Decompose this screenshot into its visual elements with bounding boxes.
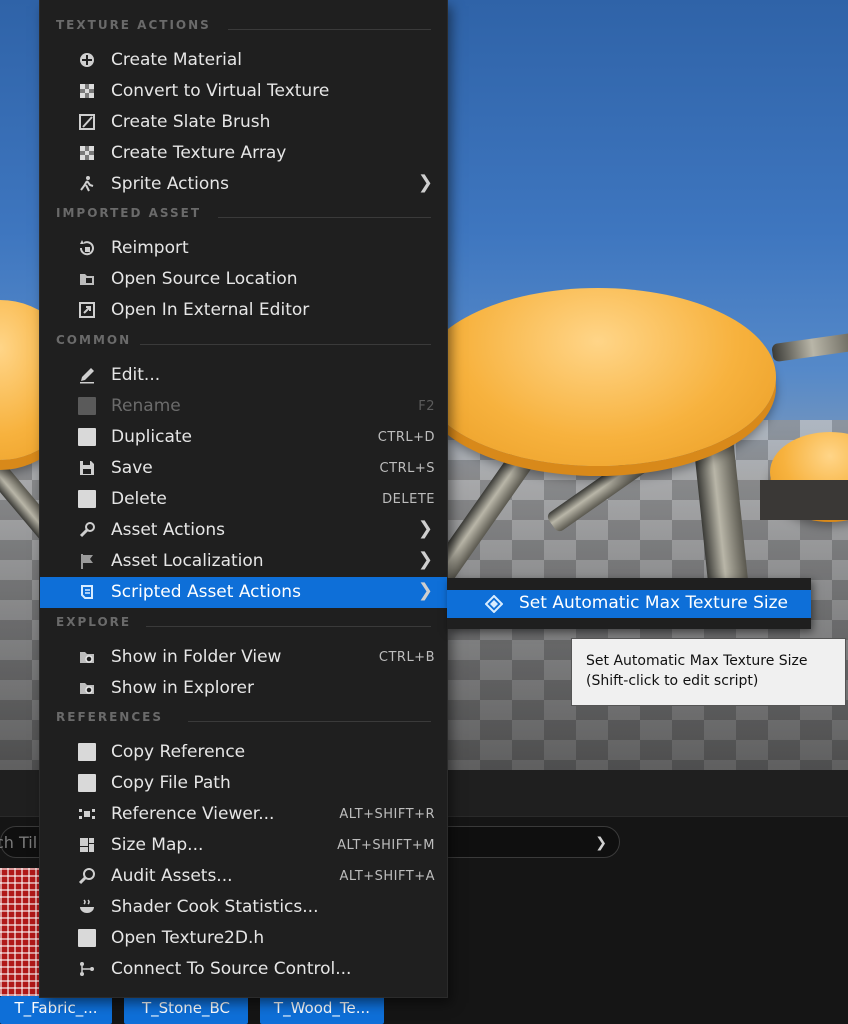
menu-item-set-automatic-max-texture-size[interactable]: Set Automatic Max Texture Size — [447, 590, 811, 618]
menu-item-create-slate-brush[interactable]: Create Slate Brush — [40, 107, 447, 138]
checker-icon — [80, 146, 94, 160]
chair-back — [760, 480, 848, 520]
menu-item-delete[interactable]: Delete DELETE — [40, 484, 447, 515]
section-common: COMMON — [56, 333, 431, 355]
shortcut-label: ALT+SHIFT+A — [339, 869, 435, 884]
section-explore: EXPLORE — [56, 615, 431, 637]
shader-cook-icon — [80, 899, 94, 913]
reimport-icon — [79, 240, 94, 256]
menu-item-convert-virtual-texture[interactable]: Convert to Virtual Texture — [40, 76, 447, 107]
scripted-actions-submenu: Set Automatic Max Texture Size — [447, 578, 811, 629]
external-editor-icon — [79, 302, 95, 318]
section-imported-asset: IMPORTED ASSET — [56, 206, 431, 228]
menu-item-reimport[interactable]: Reimport — [40, 233, 447, 264]
menu-item-create-texture-array[interactable]: Create Texture Array — [40, 138, 447, 169]
menu-item-show-in-folder-view[interactable]: Show in Folder View CTRL+B — [40, 642, 447, 673]
menu-item-asset-localization[interactable]: Asset Localization ❯ — [40, 546, 447, 577]
chevron-right-icon: ❯ — [417, 172, 433, 193]
chevron-right-icon: ❯ — [417, 580, 433, 601]
shortcut-label: DELETE — [382, 492, 435, 507]
tooltip-hint: (Shift-click to edit script) — [586, 673, 759, 689]
menu-item-sprite-actions[interactable]: Sprite Actions ❯ — [40, 169, 447, 200]
shortcut-label: ALT+SHIFT+M — [337, 838, 435, 853]
copy-path-icon — [78, 774, 96, 792]
checker-icon — [80, 84, 94, 98]
menu-item-scripted-asset-actions[interactable]: Scripted Asset Actions ❯ — [40, 577, 447, 608]
menu-item-size-map[interactable]: Size Map... ALT+SHIFT+M — [40, 830, 447, 861]
menu-item-asset-actions[interactable]: Asset Actions ❯ — [40, 515, 447, 546]
menu-item-copy-reference[interactable]: Copy Reference — [40, 737, 447, 768]
chair-arm — [771, 331, 848, 363]
flag-icon — [81, 554, 93, 569]
asset-tile-label[interactable]: T_Wood_Te... — [260, 996, 384, 1024]
audit-icon — [78, 868, 95, 885]
menu-item-reference-viewer[interactable]: Reference Viewer... ALT+SHIFT+R — [40, 799, 447, 830]
context-menu: TEXTURE ACTIONS Create Material Convert … — [40, 0, 447, 997]
chevron-down-icon[interactable]: ❯ — [595, 827, 607, 859]
menu-item-rename[interactable]: Rename F2 — [40, 391, 447, 422]
folder-search-icon — [80, 683, 94, 694]
wrench-icon — [79, 522, 95, 538]
chevron-right-icon: ❯ — [417, 518, 433, 539]
section-texture-actions: TEXTURE ACTIONS — [56, 18, 431, 40]
menu-item-copy-file-path[interactable]: Copy File Path — [40, 768, 447, 799]
asset-tile-label[interactable]: T_Stone_BC — [124, 996, 248, 1024]
slate-brush-icon — [79, 114, 95, 130]
open-header-icon — [78, 929, 96, 947]
copy-reference-icon — [78, 743, 96, 761]
menu-item-save[interactable]: Save CTRL+S — [40, 453, 447, 484]
folder-icon — [80, 274, 94, 285]
menu-item-connect-source-control[interactable]: Connect To Source Control... — [40, 954, 447, 985]
chevron-right-icon: ❯ — [417, 549, 433, 570]
shortcut-label: CTRL+S — [379, 461, 435, 476]
tooltip: Set Automatic Max Texture Size (Shift-cl… — [571, 638, 846, 706]
sprite-icon — [80, 176, 94, 192]
shortcut-label: ALT+SHIFT+R — [339, 807, 435, 822]
save-icon — [80, 461, 94, 475]
menu-item-show-in-explorer[interactable]: Show in Explorer — [40, 673, 447, 704]
menu-item-create-material[interactable]: Create Material — [40, 45, 447, 76]
reference-viewer-icon — [79, 809, 95, 819]
menu-item-duplicate[interactable]: Duplicate CTRL+D — [40, 422, 447, 453]
rename-icon — [78, 397, 96, 415]
folder-search-icon — [80, 652, 94, 663]
material-sphere-icon — [80, 53, 94, 67]
asset-tile-label[interactable]: T_Fabric_... — [0, 996, 112, 1024]
section-references: REFERENCES — [56, 710, 431, 732]
menu-item-edit[interactable]: Edit... — [40, 360, 447, 391]
menu-item-open-texture2d-header[interactable]: Open Texture2D.h — [40, 923, 447, 954]
asset-thumbnail-fabric[interactable] — [0, 868, 40, 996]
delete-icon — [78, 490, 96, 508]
size-map-icon — [80, 838, 94, 852]
shortcut-label: CTRL+D — [377, 430, 435, 445]
shortcut-label: F2 — [418, 399, 435, 414]
script-icon — [81, 585, 93, 599]
menu-item-audit-assets[interactable]: Audit Assets... ALT+SHIFT+A — [40, 861, 447, 892]
edit-pencil-icon — [80, 368, 94, 384]
tooltip-title: Set Automatic Max Texture Size — [586, 653, 808, 669]
menu-item-open-external-editor[interactable]: Open In External Editor — [40, 295, 447, 326]
shortcut-label: CTRL+B — [378, 650, 435, 665]
script-diamond-icon — [485, 595, 503, 613]
table-top — [420, 288, 776, 466]
menu-item-shader-cook-statistics[interactable]: Shader Cook Statistics... — [40, 892, 447, 923]
source-control-icon — [80, 962, 94, 976]
duplicate-icon — [78, 428, 96, 446]
search-placeholder: ch Til — [0, 833, 38, 852]
menu-item-open-source-location[interactable]: Open Source Location — [40, 264, 447, 295]
